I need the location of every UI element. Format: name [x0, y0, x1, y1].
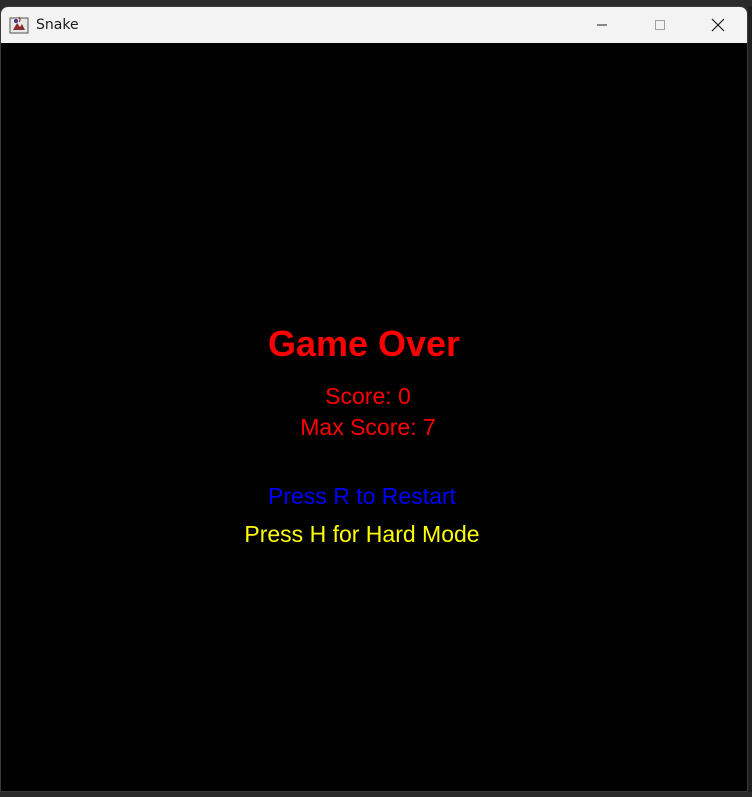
java-app-icon[interactable] — [9, 15, 29, 35]
score-label: Score: 0 — [325, 383, 411, 409]
game-over-title: Game Over — [267, 323, 461, 364]
hard-mode-hint: Press H for Hard Mode — [244, 521, 480, 547]
window-title: Snake — [36, 17, 79, 33]
minimize-button[interactable] — [573, 7, 631, 43]
snake-window: Snake Game Over Score: 0 Max Score: 7 Pr… — [0, 6, 748, 792]
close-icon — [711, 18, 725, 32]
max-score-label: Max Score: 7 — [300, 414, 436, 440]
close-button[interactable] — [689, 7, 747, 43]
maximize-icon — [654, 19, 666, 31]
window-edge — [748, 6, 752, 792]
window-controls — [573, 7, 747, 43]
title-bar[interactable]: Snake — [1, 7, 747, 43]
minimize-icon — [596, 19, 608, 31]
maximize-button[interactable] — [631, 7, 689, 43]
desktop-strip — [0, 792, 752, 797]
game-canvas[interactable]: Game Over Score: 0 Max Score: 7 Press R … — [1, 43, 747, 791]
restart-hint: Press R to Restart — [268, 483, 456, 509]
